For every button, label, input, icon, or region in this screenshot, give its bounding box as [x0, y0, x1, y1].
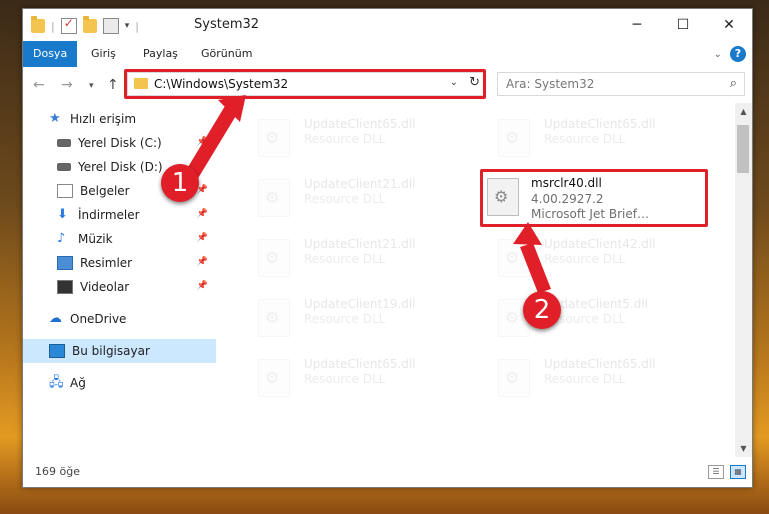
arrow-2-shaft: [520, 243, 551, 293]
step-2-badge: 2: [523, 291, 561, 329]
step-1-badge: 1: [161, 164, 199, 202]
arrow-2-head: [513, 222, 542, 245]
annotation-arrows: [185, 95, 551, 293]
